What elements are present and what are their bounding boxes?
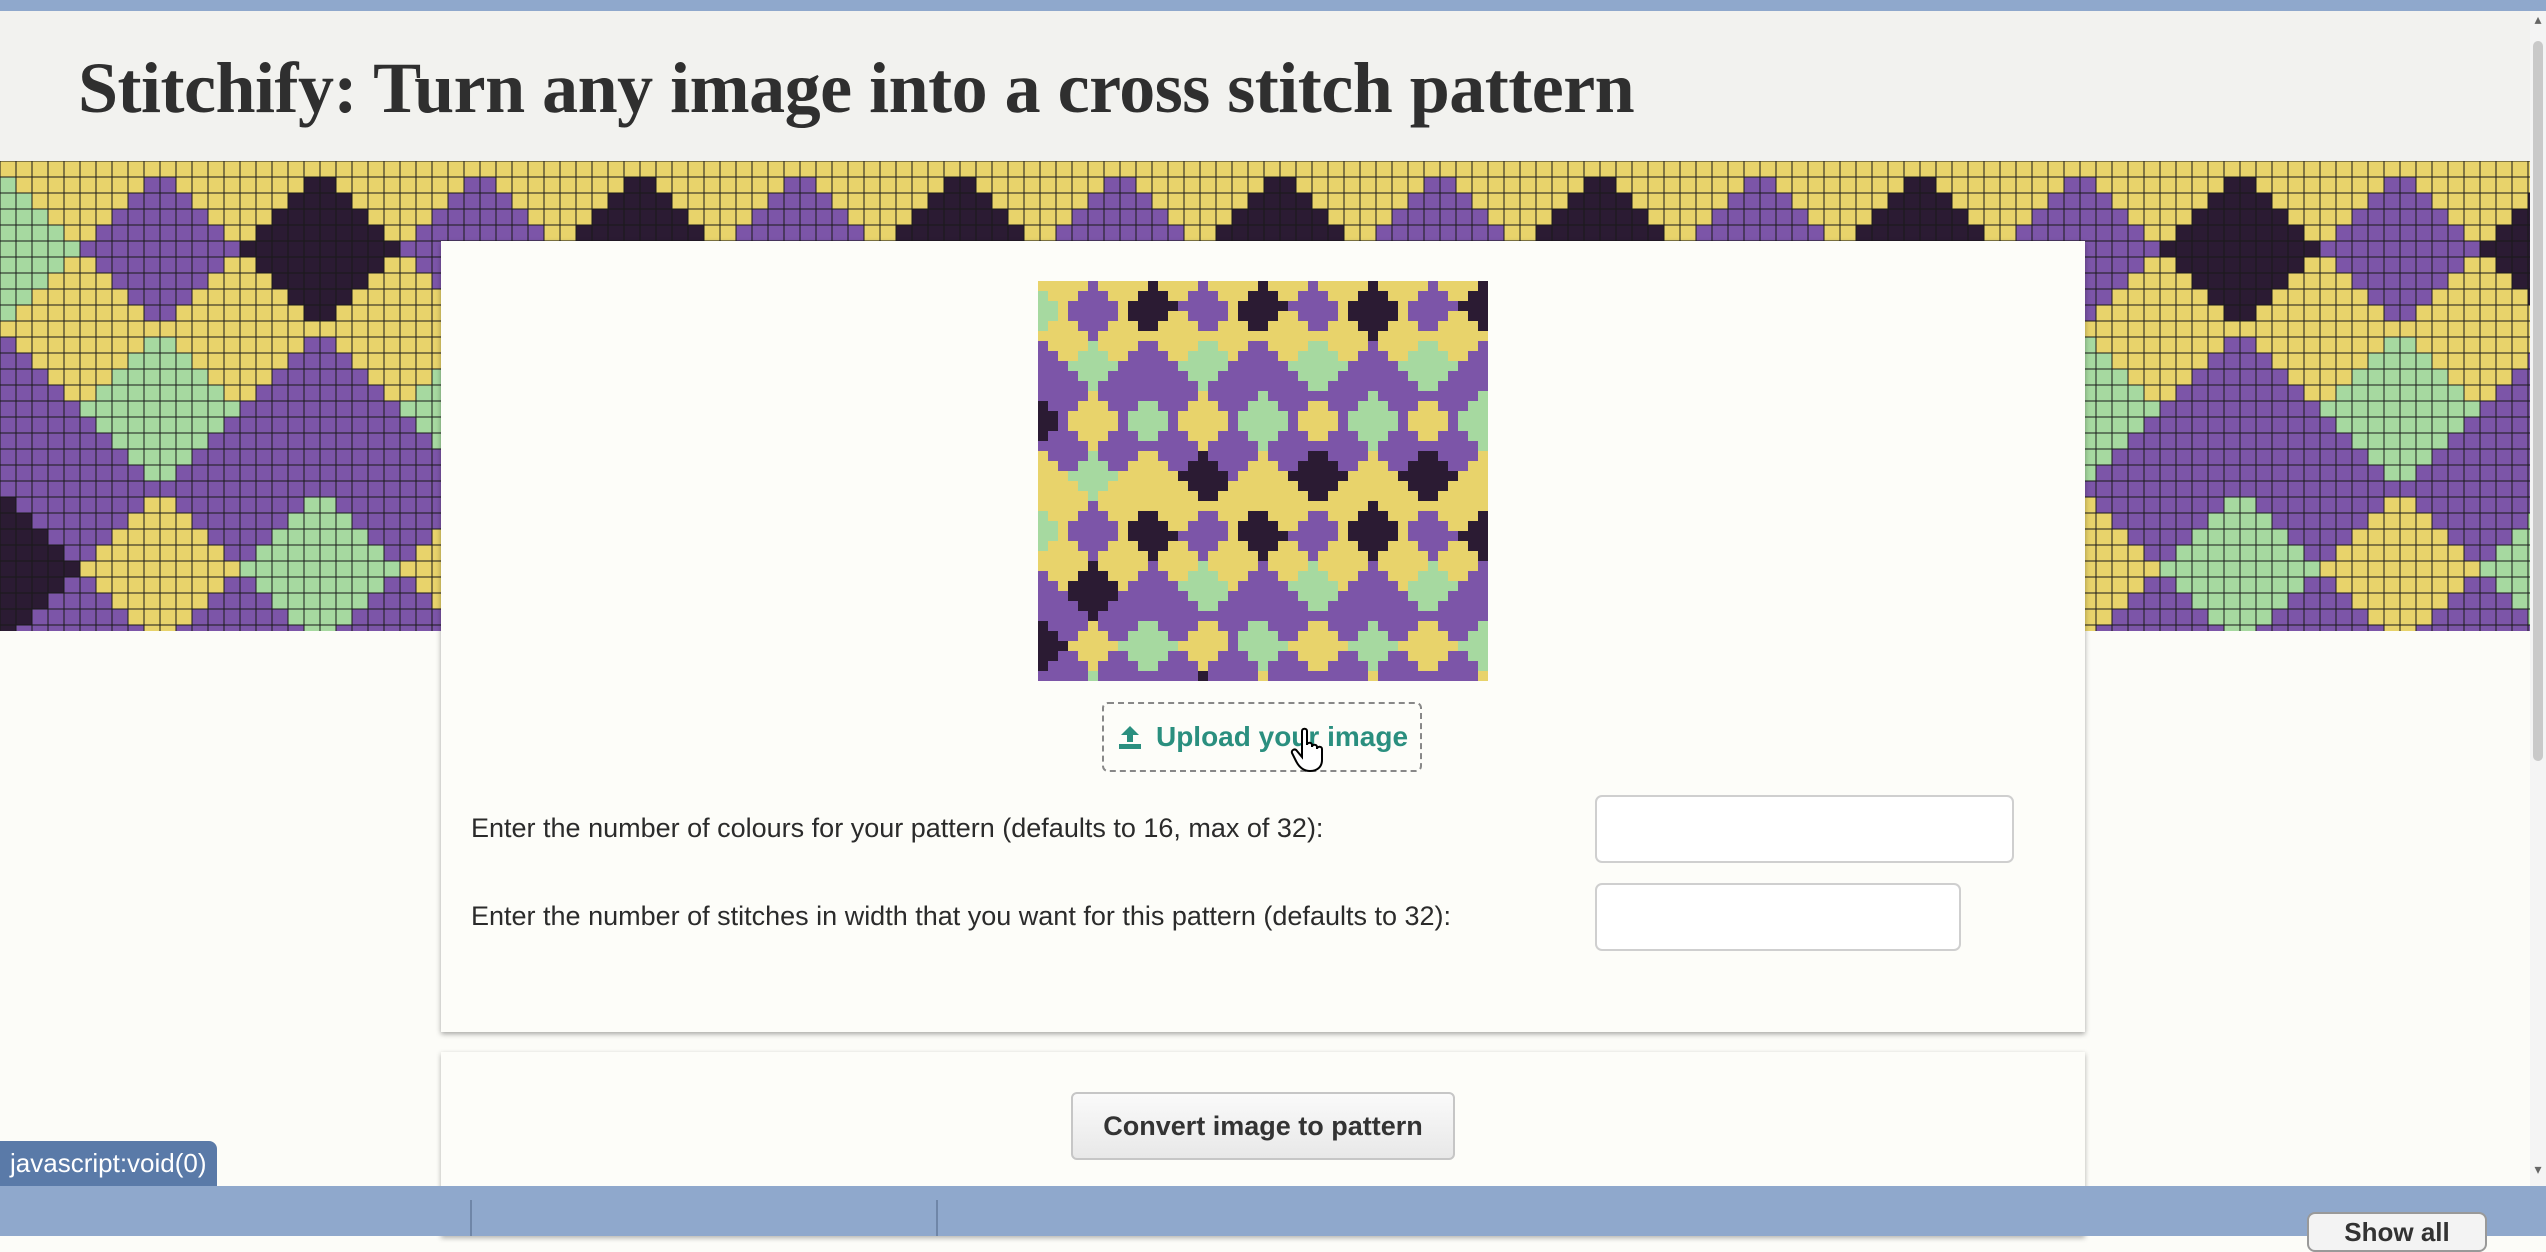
downloads-divider xyxy=(936,1200,938,1236)
browser-top-strip xyxy=(0,0,2546,11)
convert-button[interactable]: Convert image to pattern xyxy=(1071,1092,1455,1160)
downloads-divider xyxy=(470,1200,472,1236)
colours-input[interactable] xyxy=(1595,795,2014,863)
scroll-down-icon[interactable]: ▾ xyxy=(2533,1164,2543,1174)
colours-label: Enter the number of colours for your pat… xyxy=(471,813,1323,844)
show-all-button[interactable]: Show all xyxy=(2307,1212,2487,1252)
upload-label: Upload your image xyxy=(1156,721,1408,753)
image-preview xyxy=(1038,281,1488,681)
scroll-up-icon[interactable]: ▴ xyxy=(2533,14,2543,24)
stitch-width-input[interactable] xyxy=(1595,883,1961,951)
downloads-bar: Show all xyxy=(0,1186,2546,1236)
hand-cursor-icon xyxy=(1290,727,1330,773)
preview-image xyxy=(1038,281,1488,681)
page-title: Stitchify: Turn any image into a cross s… xyxy=(78,11,2530,130)
upload-image-button[interactable]: Upload your image xyxy=(1102,702,1422,772)
upload-card: Upload your image Enter the number of co… xyxy=(441,241,2085,1032)
scrollbar-thumb[interactable] xyxy=(2533,41,2543,761)
page-scrollbar[interactable] xyxy=(2530,11,2546,1186)
upload-icon xyxy=(1116,723,1144,751)
status-bar-url: javascript:void(0) xyxy=(0,1141,217,1186)
width-label: Enter the number of stitches in width th… xyxy=(471,901,1451,932)
page-header: Stitchify: Turn any image into a cross s… xyxy=(0,11,2530,161)
